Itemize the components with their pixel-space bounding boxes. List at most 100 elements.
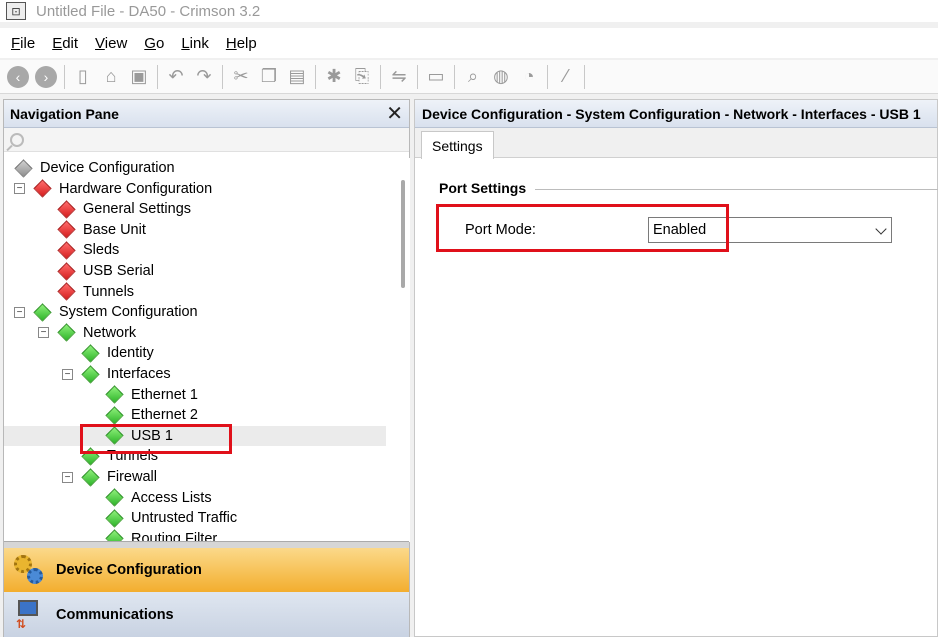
tree-item-label: Identity bbox=[107, 345, 154, 362]
tree-item[interactable]: − Interfaces bbox=[62, 364, 171, 384]
port-mode-select[interactable]: Enabled bbox=[648, 217, 892, 243]
tree-item[interactable]: − Network bbox=[38, 323, 136, 343]
app-icon: ⊡ bbox=[6, 2, 26, 20]
tree-item-label: Firewall bbox=[107, 469, 157, 485]
save-icon[interactable]: ▣ bbox=[126, 64, 152, 90]
menu-edit[interactable]: Edit bbox=[47, 35, 90, 52]
new-icon[interactable]: ▯ bbox=[70, 64, 96, 90]
cut-icon[interactable]: ✂ bbox=[228, 64, 254, 90]
navigation-pane-header: Navigation Pane ✕ bbox=[4, 100, 409, 128]
diamond-green-icon bbox=[81, 467, 100, 487]
tree-item-label: Base Unit bbox=[83, 221, 146, 238]
toolbar-separator bbox=[417, 64, 418, 89]
tree-item-label: Sleds bbox=[83, 242, 120, 259]
undo-icon[interactable]: ↶ bbox=[163, 64, 189, 90]
collapse-toggle-icon[interactable]: − bbox=[62, 368, 73, 380]
tree-item-label: Device Configuration bbox=[40, 160, 175, 176]
search-icon[interactable] bbox=[10, 132, 24, 147]
diamond-green-icon bbox=[81, 447, 100, 466]
diamond-red-icon bbox=[57, 199, 76, 219]
tree-item[interactable]: − System Configuration bbox=[14, 302, 198, 322]
collapse-toggle-icon[interactable]: − bbox=[38, 327, 49, 339]
tree-item-label: USB 1 bbox=[131, 427, 173, 444]
tree-item-label: General Settings bbox=[83, 201, 192, 218]
collapse-toggle-icon[interactable]: − bbox=[14, 183, 25, 195]
tree-item-label: Tunnels bbox=[83, 283, 135, 300]
nav-button-device-configuration[interactable]: Device Configuration bbox=[4, 548, 409, 592]
tree-item[interactable]: USB Serial bbox=[38, 261, 154, 281]
scrollbar-thumb[interactable] bbox=[401, 180, 405, 288]
toolbar-separator bbox=[64, 64, 65, 89]
nav-button-label: Device Configuration bbox=[56, 562, 202, 578]
tree-scrollbar[interactable] bbox=[398, 158, 410, 542]
navigation-tree: Device Configuration − Hardware Configurat… bbox=[4, 158, 398, 542]
gear-icon bbox=[14, 555, 44, 585]
search-doc-icon[interactable]: ⌕ bbox=[460, 64, 486, 90]
menu-help[interactable]: Help bbox=[221, 35, 269, 52]
chevron-down-icon[interactable] bbox=[875, 223, 887, 235]
diamond-red-icon bbox=[57, 282, 76, 301]
tree-item-label: Ethernet 2 bbox=[131, 407, 198, 424]
paste-icon[interactable]: ▤ bbox=[284, 64, 310, 90]
nav-search-bar[interactable] bbox=[4, 128, 409, 152]
navigation-pane: Navigation Pane ✕ Device Configuration − H… bbox=[3, 99, 410, 637]
screen-icon[interactable]: ▭ bbox=[423, 64, 449, 90]
tree-item-label: Tunnels bbox=[107, 448, 159, 465]
globe-icon[interactable]: ◍ bbox=[488, 64, 514, 90]
collapse-toggle-icon[interactable]: − bbox=[62, 471, 73, 483]
tree-item-label: USB Serial bbox=[83, 263, 154, 279]
link-icon[interactable]: ⇋ bbox=[386, 64, 412, 90]
tree-item[interactable]: General Settings bbox=[38, 199, 191, 219]
tree-item[interactable]: Untrusted Traffic bbox=[86, 508, 237, 528]
copy-icon[interactable]: ❐ bbox=[256, 64, 282, 90]
diamond-green-icon bbox=[81, 344, 100, 363]
tree-item[interactable]: Tunnels bbox=[38, 282, 134, 302]
menu-go[interactable]: Go bbox=[139, 35, 176, 52]
pane-splitter[interactable] bbox=[4, 541, 409, 548]
tree-item-label: Untrusted Traffic bbox=[131, 510, 238, 527]
toolbar-separator bbox=[547, 64, 548, 89]
close-icon[interactable]: ✕ bbox=[386, 104, 403, 124]
menu-view[interactable]: View bbox=[90, 35, 139, 52]
tree-item-label: Network bbox=[83, 324, 137, 341]
back-icon[interactable]: ‹ bbox=[5, 64, 31, 90]
tree-item[interactable]: − Hardware Configuration bbox=[14, 179, 212, 199]
tree-item[interactable]: Ethernet 1 bbox=[86, 385, 198, 405]
tree-item[interactable]: Base Unit bbox=[38, 220, 146, 240]
tree-item[interactable]: Access Lists bbox=[86, 488, 212, 508]
collapse-toggle-icon[interactable]: − bbox=[14, 306, 25, 318]
tree-item-label: Access Lists bbox=[131, 489, 212, 506]
nav-button-communications[interactable]: ⇅ Communications bbox=[4, 592, 409, 637]
group-title: Port Settings bbox=[439, 180, 535, 196]
doc-icon[interactable]: ◔ bbox=[516, 64, 542, 90]
tree-item[interactable]: Tunnels bbox=[62, 446, 158, 466]
toolbar-separator bbox=[380, 64, 381, 89]
forward-icon[interactable]: › bbox=[33, 64, 59, 90]
tree-item[interactable]: − Firewall bbox=[62, 467, 157, 487]
tree-item[interactable]: Ethernet 2 bbox=[86, 405, 198, 425]
menu-file[interactable]: File bbox=[6, 35, 47, 52]
port-mode-value: Enabled bbox=[653, 222, 707, 238]
tree-item[interactable]: USB 1 bbox=[4, 425, 386, 446]
nav-button-label: Communications bbox=[56, 607, 174, 623]
diamond-green-icon bbox=[105, 488, 124, 507]
find-icon[interactable]: ✱ bbox=[321, 64, 347, 90]
redo-icon[interactable]: ↷ bbox=[191, 64, 217, 90]
menu-link[interactable]: Link bbox=[176, 35, 221, 52]
wand-icon[interactable]: ⁄ bbox=[553, 64, 579, 90]
communications-icon: ⇅ bbox=[14, 600, 44, 631]
diamond-green-icon bbox=[57, 323, 76, 342]
content-pane: Device Configuration - System Configurat… bbox=[414, 99, 938, 637]
tree-item-label: Ethernet 1 bbox=[131, 386, 198, 403]
navigation-pane-title: Navigation Pane bbox=[10, 105, 119, 122]
tree-item[interactable]: Sleds bbox=[38, 240, 119, 260]
diamond-red-icon bbox=[57, 261, 76, 281]
replace-icon[interactable]: ⎘ bbox=[349, 64, 375, 90]
tree-item[interactable]: Device Configuration bbox=[14, 158, 175, 178]
tree-item[interactable]: Identity bbox=[62, 343, 154, 363]
open-icon[interactable]: ⌂ bbox=[98, 64, 124, 90]
tab-settings[interactable]: Settings bbox=[421, 131, 494, 159]
diamond-green-icon bbox=[105, 508, 124, 528]
diamond-red-icon bbox=[57, 241, 76, 260]
tree-item-label: Hardware Configuration bbox=[59, 180, 213, 197]
